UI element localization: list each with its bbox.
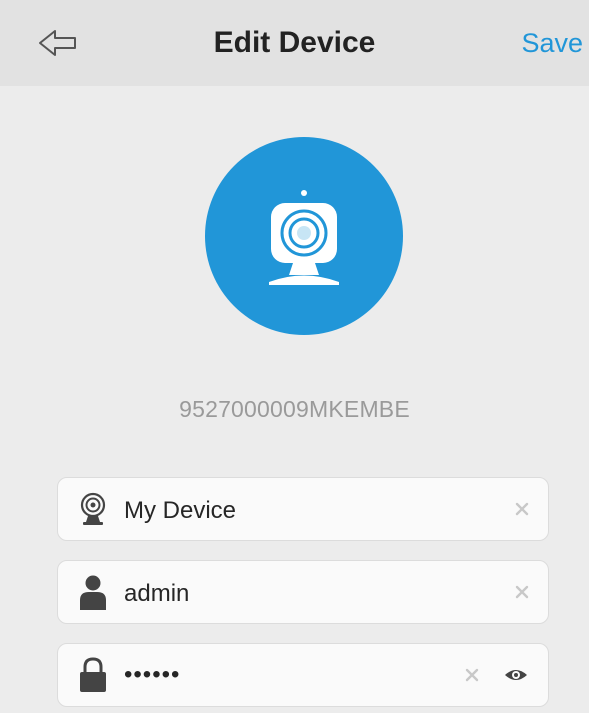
clear-icon	[515, 585, 529, 599]
device-name-field[interactable]: My Device	[57, 477, 549, 541]
webcam-icon	[269, 190, 339, 285]
device-name-value: My Device	[124, 497, 237, 524]
edit-device-screen: Edit Device Save 9527000009MKEMBE My Dev…	[0, 0, 589, 713]
device-id-label: 9527000009MKEMBE	[179, 396, 410, 422]
clear-icon	[465, 668, 479, 682]
header-bar: Edit Device Save	[0, 0, 589, 86]
clear-username-button[interactable]	[514, 584, 530, 600]
clear-password-button[interactable]	[464, 667, 480, 683]
user-icon	[78, 573, 108, 611]
lock-icon	[78, 656, 108, 694]
password-value: ••••••	[124, 661, 181, 688]
password-field[interactable]: ••••••	[57, 643, 549, 707]
page-title: Edit Device	[213, 26, 376, 59]
device-avatar[interactable]	[205, 137, 403, 335]
username-field[interactable]: admin	[57, 560, 549, 624]
save-button[interactable]: Save	[521, 28, 583, 59]
clear-icon	[515, 502, 529, 516]
show-password-button[interactable]	[504, 666, 528, 684]
username-value: admin	[124, 580, 190, 607]
eye-icon	[505, 670, 527, 680]
clear-name-button[interactable]	[514, 501, 530, 517]
camera-icon	[78, 490, 108, 528]
